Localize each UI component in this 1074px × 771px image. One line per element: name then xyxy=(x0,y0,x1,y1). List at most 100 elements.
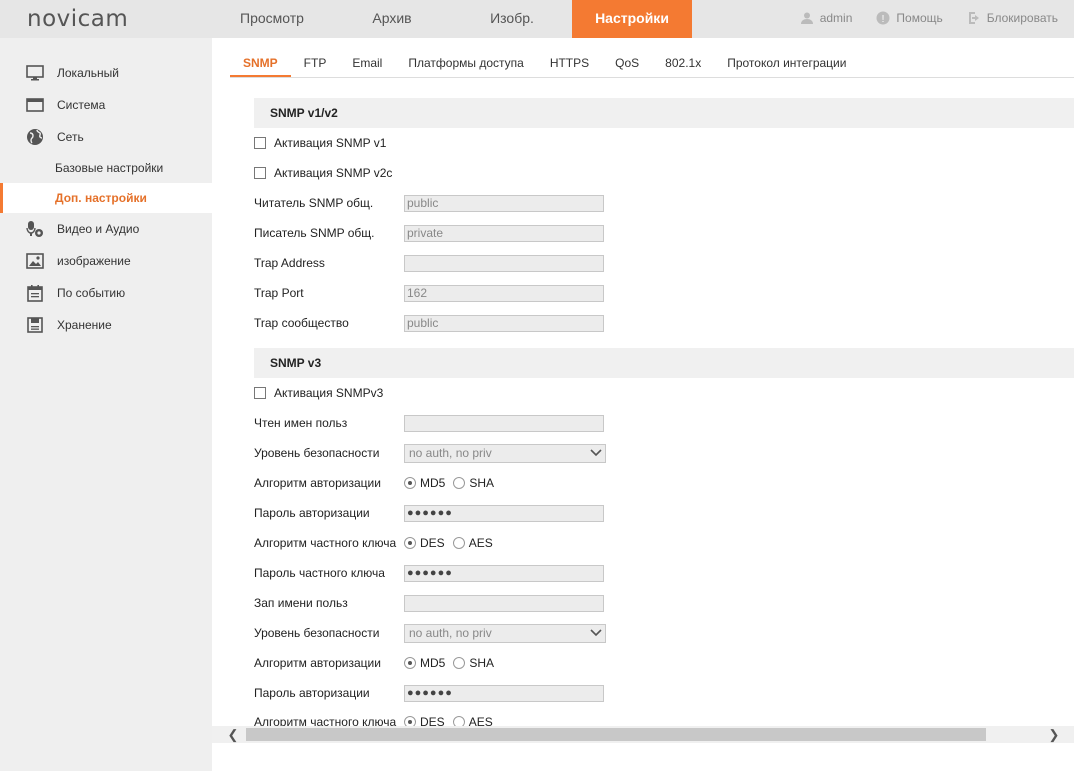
tab-settings[interactable]: Настройки xyxy=(572,0,692,38)
auth-password-label: Пароль авторизации xyxy=(254,506,370,520)
top-right-menu: admin ! Помощь Блокировать xyxy=(800,0,1058,36)
user-icon xyxy=(800,12,813,24)
row-enable-v2c: Активация SNMP v2c xyxy=(254,163,654,183)
subtab-8021x[interactable]: 802.1x xyxy=(652,48,714,77)
sub-tabs: SNMP FTP Email Платформы доступа HTTPS Q… xyxy=(230,48,1074,78)
write-community-input[interactable]: private xyxy=(404,224,604,242)
subtab-qos[interactable]: QoS xyxy=(602,48,652,77)
sidebar-item-label: Система xyxy=(57,98,106,112)
row-trap-port: Trap Port 162 xyxy=(254,283,654,303)
lock-label: Блокировать xyxy=(986,11,1058,25)
row-security-level-read: Уровень безопасности no auth, no priv xyxy=(254,443,654,463)
write-user-label: Зап имени польз xyxy=(254,596,348,610)
read-community-input[interactable]: public xyxy=(404,194,604,212)
window-icon xyxy=(26,98,44,112)
enable-v1-checkbox[interactable] xyxy=(254,137,266,149)
row-enable-v3: Активация SNMPv3 xyxy=(254,383,654,403)
sidebar-item-system[interactable]: Система xyxy=(0,91,212,119)
sidebar-item-event[interactable]: По событию xyxy=(0,279,212,307)
tab-archive[interactable]: Архив xyxy=(332,0,452,38)
sidebar-item-storage[interactable]: Хранение xyxy=(0,311,212,339)
sha-radio[interactable] xyxy=(453,477,466,489)
read-user-input[interactable] xyxy=(404,414,604,432)
priv-password-label: Пароль частного ключа xyxy=(254,566,385,580)
read-community-label: Читатель SNMP общ. xyxy=(254,196,374,210)
section-snmp-v1v2: SNMP v1/v2 xyxy=(254,98,1074,128)
security-level-select[interactable]: no auth, no priv xyxy=(404,623,606,643)
des-radio[interactable] xyxy=(404,716,416,726)
write-user-input[interactable] xyxy=(404,594,604,612)
subtab-email[interactable]: Email xyxy=(339,48,395,77)
sidebar-item-network[interactable]: Сеть xyxy=(0,123,212,151)
logo: novicam xyxy=(27,6,129,32)
tab-image[interactable]: Изобр. xyxy=(452,0,572,38)
subtab-ftp[interactable]: FTP xyxy=(291,48,340,77)
security-level-value: no auth, no priv xyxy=(409,445,492,460)
des-label: DES xyxy=(420,715,445,726)
priv-alg-label: Алгоритм частного ключа xyxy=(254,536,397,550)
sidebar-item-label: изображение xyxy=(57,254,131,268)
sidebar-item-local[interactable]: Локальный xyxy=(0,59,212,87)
sidebar-item-video-audio[interactable]: Видео и Аудио xyxy=(0,215,212,243)
md5-radio[interactable] xyxy=(404,657,416,669)
top-bar: novicam Просмотр Архив Изобр. Настройки … xyxy=(0,0,1074,38)
sidebar-item-label: Сеть xyxy=(57,130,84,144)
scrollbar-thumb[interactable] xyxy=(246,728,986,741)
enable-v2c-checkbox[interactable] xyxy=(254,167,266,179)
priv-alg-label: Алгоритм частного ключа xyxy=(254,715,397,726)
security-level-select[interactable]: no auth, no priv xyxy=(404,443,606,463)
md5-radio[interactable] xyxy=(404,477,416,489)
priv-password-input[interactable]: ●●●●●● xyxy=(404,564,604,582)
scroll-right-icon[interactable]: ❯ xyxy=(1046,727,1062,742)
tab-live-view[interactable]: Просмотр xyxy=(212,0,332,38)
row-priv-alg-write: Алгоритм частного ключа DES AES xyxy=(254,713,654,726)
user-menu[interactable]: admin xyxy=(800,11,852,25)
top-nav: Просмотр Архив Изобр. Настройки xyxy=(212,0,692,38)
lock-link[interactable]: Блокировать xyxy=(967,11,1058,25)
auth-password-input[interactable]: ●●●●●● xyxy=(404,504,604,522)
auth-alg-radio-group: MD5 SHA xyxy=(404,656,498,670)
row-write-community: Писатель SNMP общ. private xyxy=(254,223,654,243)
row-read-community: Читатель SNMP общ. public xyxy=(254,193,654,213)
trap-port-input[interactable]: 162 xyxy=(404,284,604,302)
subtab-https[interactable]: HTTPS xyxy=(537,48,602,77)
aes-radio[interactable] xyxy=(452,537,465,549)
trap-address-input[interactable] xyxy=(404,254,604,272)
sidebar-item-image[interactable]: изображение xyxy=(0,247,212,275)
security-level-label: Уровень безопасности xyxy=(254,626,380,640)
sha-radio[interactable] xyxy=(453,657,466,669)
security-level-label: Уровень безопасности xyxy=(254,446,380,460)
row-priv-password-read: Пароль частного ключа ●●●●●● xyxy=(254,563,654,583)
subtab-integration[interactable]: Протокол интеграции xyxy=(714,48,859,77)
auth-password-label: Пароль авторизации xyxy=(254,686,370,700)
main-content: SNMP FTP Email Платформы доступа HTTPS Q… xyxy=(212,38,1074,771)
priv-alg-radio-group: DES AES xyxy=(404,536,497,550)
horizontal-scrollbar[interactable]: ❮ ❯ xyxy=(212,726,1074,743)
help-label: Помощь xyxy=(896,11,943,25)
help-link[interactable]: ! Помощь xyxy=(876,11,943,25)
calendar-icon xyxy=(27,285,43,302)
aes-label: AES xyxy=(468,715,493,726)
auth-alg-radio-group: MD5 SHA xyxy=(404,476,498,490)
sidebar-item-label: Хранение xyxy=(57,318,112,332)
des-radio[interactable] xyxy=(404,537,416,549)
enable-v2c-label: Активация SNMP v2c xyxy=(274,166,393,180)
sidebar-subitem-advanced[interactable]: Доп. настройки xyxy=(0,183,212,213)
logout-icon xyxy=(968,12,979,24)
scroll-left-icon[interactable]: ❮ xyxy=(225,727,241,742)
auth-alg-label: Алгоритм авторизации xyxy=(254,476,381,490)
trap-address-label: Trap Address xyxy=(254,256,325,270)
subtab-platform-access[interactable]: Платформы доступа xyxy=(395,48,536,77)
enable-v3-checkbox[interactable] xyxy=(254,387,266,399)
md5-label: MD5 xyxy=(420,656,446,670)
auth-password-input[interactable]: ●●●●●● xyxy=(404,684,604,702)
trap-community-input[interactable]: public xyxy=(404,314,604,332)
aes-radio[interactable] xyxy=(452,716,465,726)
row-trap-address: Trap Address xyxy=(254,253,654,273)
sidebar-subitem-basic[interactable]: Базовые настройки xyxy=(0,153,212,183)
subtab-snmp[interactable]: SNMP xyxy=(230,48,291,77)
row-read-user: Чтен имен польз xyxy=(254,413,654,433)
section-snmp-v3: SNMP v3 xyxy=(254,348,1074,378)
trap-port-label: Trap Port xyxy=(254,286,304,300)
chevron-down-icon xyxy=(590,448,602,456)
